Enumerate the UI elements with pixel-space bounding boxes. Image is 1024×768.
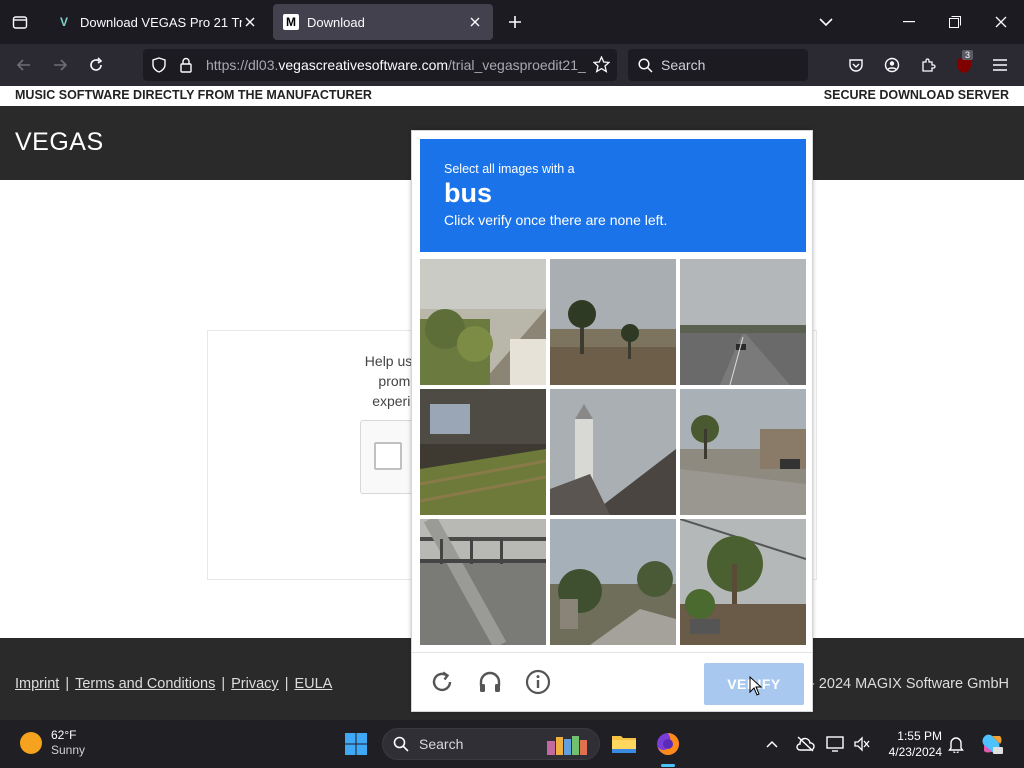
captcha-checkbox[interactable] — [374, 442, 402, 470]
search-icon — [638, 57, 653, 73]
captcha-target: bus — [444, 178, 493, 208]
captcha-instruction: Select all images with a — [444, 162, 575, 176]
clock-time: 1:55 PM — [897, 729, 942, 743]
windows-taskbar: 62°F Sunny Search 1:55 PM 4/23/2024 — [0, 720, 1024, 768]
windows-start-icon[interactable] — [340, 728, 372, 760]
close-window-button[interactable] — [978, 0, 1024, 44]
tab-overview-icon[interactable] — [0, 0, 40, 44]
active-app-indicator — [661, 764, 675, 767]
hamburger-menu-icon[interactable] — [984, 49, 1016, 81]
captcha-tile[interactable] — [680, 389, 806, 515]
captcha-tile[interactable] — [680, 519, 806, 645]
browser-nav-bar: https://dl03.vegascreativesoftware.com/t… — [0, 44, 1024, 86]
terms-link[interactable]: Terms and Conditions — [75, 676, 215, 692]
show-hidden-icons-chevron-icon[interactable] — [757, 728, 787, 760]
vegas-favicon-icon: V — [59, 15, 68, 29]
list-all-tabs-icon[interactable] — [806, 0, 846, 44]
minimize-button[interactable] — [886, 0, 932, 44]
captcha-tile[interactable] — [550, 389, 676, 515]
weather-widget[interactable]: 62°F Sunny — [20, 728, 85, 758]
tab-vegas-download[interactable]: V Download VEGAS Pro 21 Trials F — [46, 4, 268, 40]
copilot-icon[interactable] — [976, 728, 1008, 760]
mouse-cursor-icon — [749, 675, 763, 701]
browser-tab-bar: V Download VEGAS Pro 21 Trials F M Downl… — [0, 0, 1024, 44]
lock-icon[interactable] — [179, 57, 193, 78]
system-clock[interactable]: 1:55 PM 4/23/2024 — [880, 728, 942, 760]
tab-title: Download — [307, 14, 365, 30]
volume-network-icon[interactable] — [847, 728, 877, 760]
account-icon[interactable] — [876, 49, 908, 81]
reload-button[interactable] — [80, 49, 112, 81]
captcha-header: Select all images with a bus Click verif… — [420, 139, 806, 252]
search-highlight-books-icon — [543, 733, 591, 760]
captcha-tile[interactable] — [420, 389, 546, 515]
captcha-tile[interactable] — [550, 519, 676, 645]
captcha-tile[interactable] — [420, 259, 546, 385]
imprint-link[interactable]: Imprint — [15, 676, 59, 692]
cloud-offline-icon[interactable] — [790, 728, 820, 760]
captcha-image-grid — [420, 259, 806, 645]
privacy-link[interactable]: Privacy — [231, 676, 279, 692]
taskbar-search-placeholder: Search — [419, 736, 464, 752]
topstrip-left-text: MUSIC SOFTWARE DIRECTLY FROM THE MANUFAC… — [15, 88, 372, 102]
extensions-puzzle-icon[interactable] — [912, 49, 944, 81]
footer-links: Imprint | Terms and Conditions | Privacy | EUL… — [15, 676, 333, 692]
close-tab-icon[interactable] — [467, 14, 483, 30]
url-text: https://dl03.vegascreativesoftware.com/t… — [206, 57, 586, 73]
captcha-tile[interactable] — [420, 519, 546, 645]
display-icon[interactable] — [820, 728, 850, 760]
captcha-subtext: Click verify once there are none left. — [444, 212, 668, 228]
weather-condition: Sunny — [51, 743, 86, 757]
new-tab-button[interactable] — [495, 0, 535, 44]
restore-button[interactable] — [932, 0, 978, 44]
notification-bell-icon[interactable] — [942, 728, 970, 760]
firefox-icon[interactable] — [652, 728, 684, 767]
audio-challenge-headphones-icon[interactable] — [474, 666, 506, 698]
clock-date: 4/23/2024 — [888, 745, 942, 759]
temperature: 62°F — [51, 728, 77, 742]
vegas-logo[interactable]: VEGAS — [15, 128, 104, 157]
copyright-text: 3 - 2024 MAGIX Software GmbH — [797, 676, 1009, 692]
captcha-tile[interactable] — [680, 259, 806, 385]
bookmark-star-icon[interactable] — [592, 55, 611, 78]
captcha-footer: VERIFY — [412, 652, 812, 712]
file-explorer-icon[interactable] — [608, 728, 640, 760]
eula-link[interactable]: EULA — [294, 676, 332, 692]
search-bar[interactable]: Search — [628, 49, 808, 81]
captcha-challenge-popup: Select all images with a bus Click verif… — [411, 130, 813, 712]
search-icon — [393, 736, 409, 752]
forward-button[interactable] — [44, 49, 76, 81]
tab-download[interactable]: M Download — [273, 4, 493, 40]
search-placeholder: Search — [661, 57, 706, 73]
sunny-weather-icon — [20, 732, 42, 754]
close-tab-icon[interactable] — [242, 14, 258, 30]
top-strip: MUSIC SOFTWARE DIRECTLY FROM THE MANUFAC… — [0, 86, 1024, 106]
info-icon[interactable] — [522, 666, 554, 698]
back-button[interactable] — [8, 49, 40, 81]
tab-title: Download VEGAS Pro 21 Trials F — [80, 14, 242, 30]
refresh-icon[interactable] — [426, 666, 458, 698]
pocket-icon[interactable] — [840, 49, 872, 81]
magix-favicon-icon: M — [283, 14, 299, 30]
taskbar-search-box[interactable]: Search — [382, 728, 600, 760]
extension-badge: 3 — [962, 50, 974, 60]
tracking-protection-shield-icon[interactable] — [151, 57, 167, 78]
topstrip-right-text: SECURE DOWNLOAD SERVER — [823, 88, 1009, 102]
captcha-tile[interactable] — [550, 259, 676, 385]
address-bar[interactable]: https://dl03.vegascreativesoftware.com/t… — [143, 49, 617, 81]
ublock-extension-icon[interactable]: 3 — [948, 49, 980, 81]
